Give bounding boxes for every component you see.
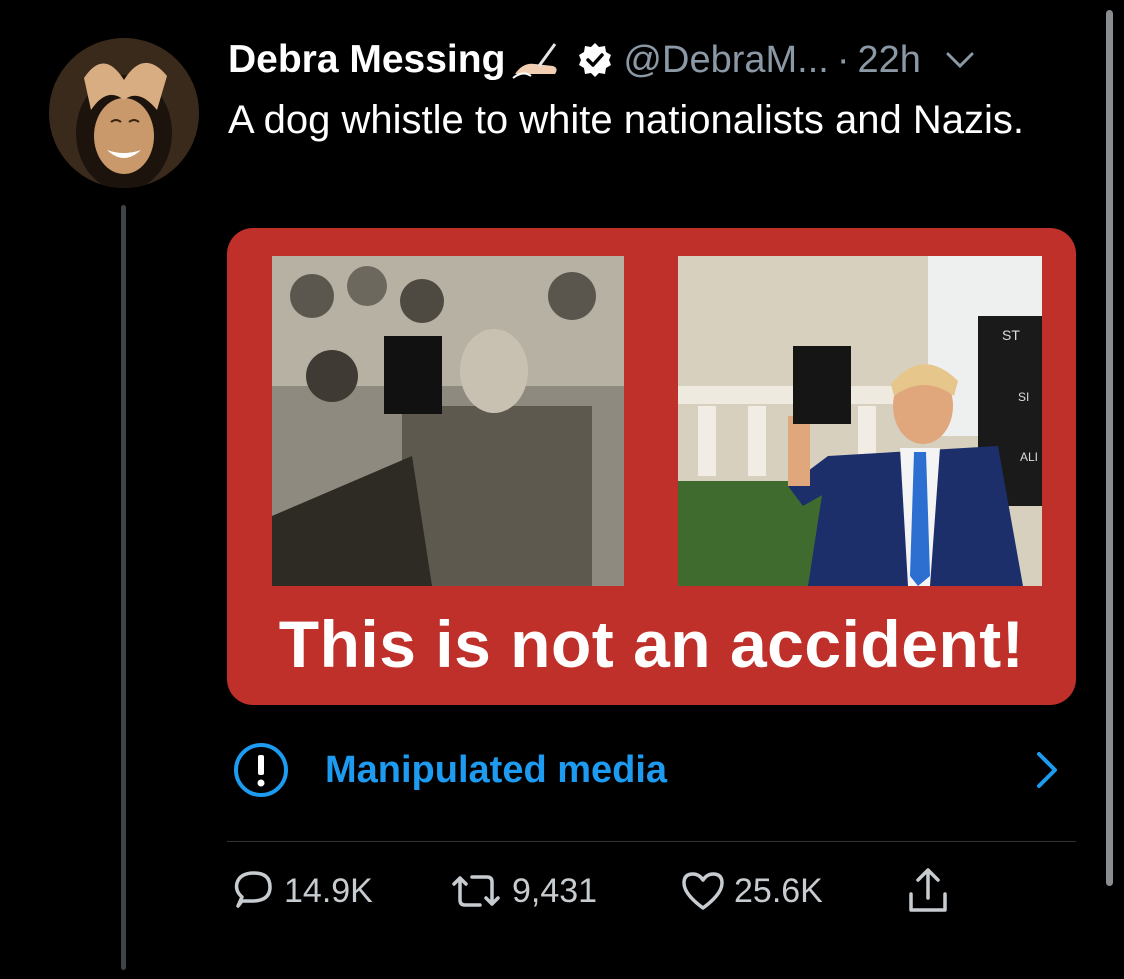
timestamp[interactable]: 22h [857, 39, 920, 82]
verified-badge-icon [577, 42, 613, 78]
retweet-icon [452, 875, 500, 907]
tweet-header: Debra Messing @DebraM... · 22h [228, 32, 1088, 88]
reply-button[interactable]: 14.9K [228, 861, 373, 921]
divider [227, 841, 1076, 842]
author-handle[interactable]: @DebraM... [623, 39, 828, 82]
info-circle-icon [234, 743, 288, 797]
manipulated-media-warning[interactable]: Manipulated media [227, 735, 1076, 805]
left-photo [272, 256, 624, 586]
scrollbar[interactable] [1106, 10, 1113, 886]
signature-emoji-icon [509, 40, 563, 80]
heart-icon [682, 872, 724, 910]
separator-dot: · [836, 38, 850, 81]
avatar[interactable] [49, 38, 199, 188]
manipulated-media-label[interactable]: Manipulated media [325, 749, 667, 792]
reply-icon [234, 871, 272, 908]
tweet-text: A dog whistle to white nationalists and … [228, 98, 1024, 142]
chevron-down-icon[interactable] [945, 50, 975, 70]
reply-count: 14.9K [284, 871, 373, 910]
thread-line [121, 205, 126, 970]
chevron-right-icon[interactable] [1032, 749, 1062, 791]
share-icon [909, 868, 947, 912]
tweet-actions: 14.9K 9,431 25.6K [228, 861, 988, 921]
media-caption: This is not an accident! [278, 607, 1025, 681]
author-name[interactable]: Debra Messing [228, 38, 505, 82]
sign-text-ali: ALI [1020, 450, 1038, 464]
share-button[interactable] [903, 861, 953, 921]
retweet-button[interactable]: 9,431 [446, 861, 597, 921]
like-count: 25.6K [734, 871, 823, 910]
sign-text-st: ST [1002, 327, 1020, 343]
sign-text-si: SI [1018, 390, 1029, 404]
like-button[interactable]: 25.6K [678, 861, 823, 921]
retweet-count: 9,431 [512, 871, 598, 910]
right-photo: ST SI ALI [678, 256, 1042, 586]
tweet-media[interactable]: ST SI ALI This is not an accident! [227, 228, 1076, 705]
